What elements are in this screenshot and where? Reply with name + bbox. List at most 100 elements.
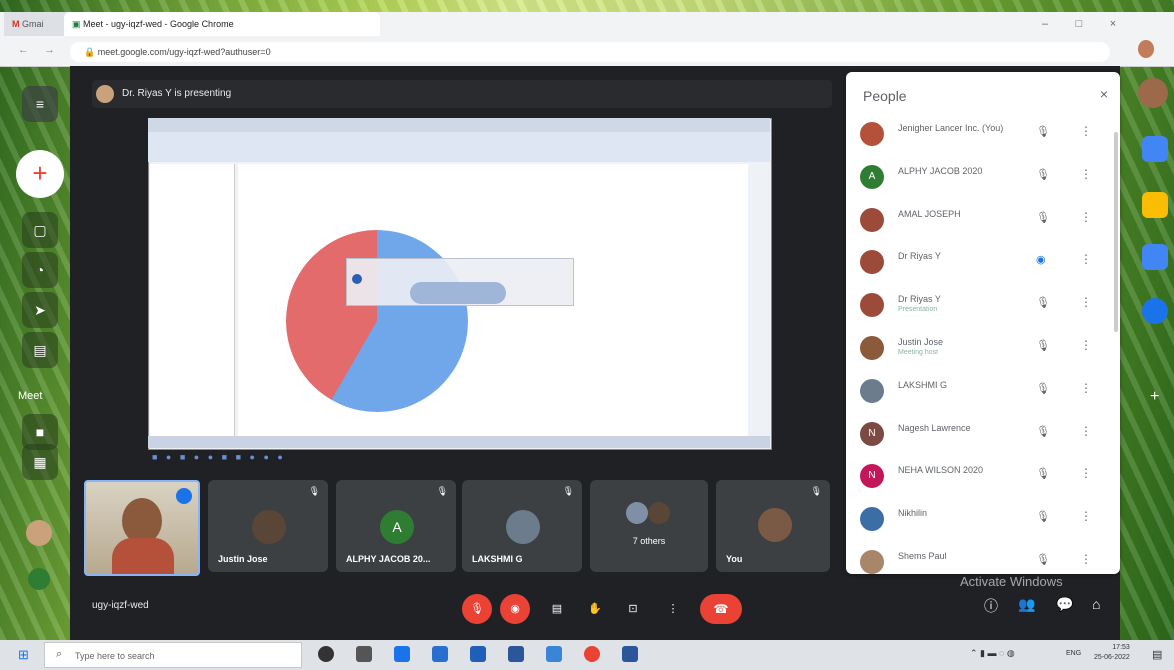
people-button-icon[interactable]: 👥 xyxy=(1018,596,1035,613)
taskbar-clock[interactable]: 17:53 25-06-2022 xyxy=(1094,643,1130,663)
windows-start-icon[interactable]: ⊞ xyxy=(18,647,29,663)
forward-icon[interactable]: → xyxy=(44,44,55,56)
document-icon[interactable]: ▤ xyxy=(22,332,58,368)
info-button-icon[interactable]: ⓘ xyxy=(984,596,998,616)
taskbar-search-input[interactable]: Type here to search xyxy=(44,642,302,668)
shared-project-tree xyxy=(150,164,235,436)
tile-alphy-jacob[interactable]: 🎙 A ALPHY JACOB 20... xyxy=(336,480,456,572)
menu-icon[interactable]: ≡ xyxy=(22,86,58,122)
add-app-icon[interactable]: + xyxy=(1150,388,1159,406)
mic-off-icon[interactable]: 🎙 xyxy=(1036,467,1050,480)
mic-off-icon[interactable]: 🎙 xyxy=(1036,425,1050,438)
profile-avatar[interactable] xyxy=(1138,40,1154,58)
more-options-icon[interactable]: ⋮ xyxy=(1080,552,1092,566)
participant-row[interactable]: LAKSHMI G 🎙 ⋮ xyxy=(846,371,1120,411)
participant-row[interactable]: Dr Riyas Y Presentation 🎙 ⋮ xyxy=(846,285,1120,325)
system-tray-icons[interactable]: ⌃ ▮ ▬ ◌ ◍ xyxy=(970,648,1015,659)
participant-row[interactable]: N Nagesh Lawrence 🎙 ⋮ xyxy=(846,414,1120,454)
calendar-app-icon[interactable] xyxy=(1142,136,1168,162)
edge-icon[interactable] xyxy=(394,646,410,662)
language-indicator[interactable]: ENG xyxy=(1066,650,1081,657)
cortana-icon[interactable] xyxy=(318,646,334,662)
speaking-icon[interactable]: ◉ xyxy=(1036,253,1046,266)
tile-justin-jose[interactable]: 🎙 Justin Jose xyxy=(208,480,328,572)
chrome-icon[interactable] xyxy=(584,646,600,662)
tab-meet[interactable]: ▣ Meet - ugy-iqzf-wed - Google Chrome xyxy=(64,12,380,36)
participant-row[interactable]: N NEHA WILSON 2020 🎙 ⋮ xyxy=(846,456,1120,496)
close-window-button[interactable]: × xyxy=(1104,15,1122,33)
participant-row[interactable]: Nikhilin 🎙 ⋮ xyxy=(846,499,1120,539)
presenter-video-tile[interactable] xyxy=(84,480,200,576)
raise-hand-button[interactable]: ✋ xyxy=(580,594,610,624)
mic-off-icon[interactable]: 🎙 xyxy=(1036,382,1050,395)
participant-row[interactable]: Justin Jose Meeting host 🎙 ⋮ xyxy=(846,328,1120,368)
captions-button[interactable]: ▤ xyxy=(542,594,572,624)
minimize-button[interactable]: – xyxy=(1036,15,1054,33)
end-call-button[interactable]: ☎ xyxy=(700,594,742,624)
new-meeting-button[interactable]: + xyxy=(16,150,64,198)
close-panel-button[interactable]: × xyxy=(1100,86,1108,102)
more-options-icon[interactable]: ⋮ xyxy=(1080,252,1092,266)
mic-off-icon[interactable]: 🎙 xyxy=(1036,168,1050,181)
participant-row[interactable]: Jenigher Lancer Inc. (You) 🎙 ⋮ xyxy=(846,114,1120,154)
participant-row[interactable]: A ALPHY JACOB 2020 🎙 ⋮ xyxy=(846,157,1120,197)
contact-avatar[interactable] xyxy=(26,520,52,546)
more-options-icon[interactable]: ⋮ xyxy=(1080,509,1092,523)
participant-row[interactable]: AMAL JOSEPH 🎙 ⋮ xyxy=(846,200,1120,240)
mic-off-icon[interactable]: 🎙 xyxy=(1036,125,1050,138)
account-avatar[interactable] xyxy=(1138,78,1168,108)
avatar xyxy=(758,508,792,542)
file-explorer-icon[interactable] xyxy=(432,646,448,662)
mic-off-icon[interactable]: 🎙 xyxy=(1036,296,1050,309)
mic-off-icon: 🎙 xyxy=(308,486,320,496)
store-icon[interactable] xyxy=(470,646,486,662)
photos-icon[interactable] xyxy=(546,646,562,662)
notification-icon[interactable]: ▤ xyxy=(1152,648,1162,661)
more-options-icon[interactable]: ⋮ xyxy=(1080,167,1092,181)
send-icon[interactable]: ➤ xyxy=(22,292,58,328)
info-icon xyxy=(352,274,362,284)
maximize-button[interactable]: □ xyxy=(1070,15,1088,33)
more-options-button[interactable]: ⋮ xyxy=(658,594,688,624)
tasks-app-icon[interactable] xyxy=(1142,244,1168,270)
present-button[interactable]: ⊡ xyxy=(618,594,648,624)
participant-name: Dr Riyas Y xyxy=(898,294,941,305)
mic-off-icon: 🎙 xyxy=(562,486,574,496)
more-options-icon[interactable]: ⋮ xyxy=(1080,124,1092,138)
more-options-icon[interactable]: ⋮ xyxy=(1080,424,1092,438)
mic-off-icon[interactable]: 🎙 xyxy=(1036,510,1050,523)
tile-others[interactable]: 7 others xyxy=(590,480,708,572)
mic-off-icon[interactable]: 🎙 xyxy=(1036,553,1050,566)
more-options-icon[interactable]: ⋮ xyxy=(1080,295,1092,309)
camera-toggle-button[interactable]: ◉ xyxy=(500,594,530,624)
participant-role: Presentation xyxy=(898,306,938,314)
keep-app-icon[interactable] xyxy=(1142,192,1168,218)
more-options-icon[interactable]: ⋮ xyxy=(1080,381,1092,395)
keyboard-icon[interactable]: ▦ xyxy=(22,444,58,480)
tile-you[interactable]: 🎙 You xyxy=(716,480,830,572)
address-bar[interactable]: 🔒 meet.google.com/ugy-iqzf-wed?authuser=… xyxy=(70,42,1110,62)
task-view-icon[interactable] xyxy=(356,646,372,662)
people-panel-title: People xyxy=(863,88,907,104)
contacts-app-icon[interactable] xyxy=(1142,298,1168,324)
chat-avatar[interactable] xyxy=(28,568,50,590)
activities-button-icon[interactable]: ⌂ xyxy=(1092,596,1100,612)
more-options-icon[interactable]: ⋮ xyxy=(1080,466,1092,480)
participant-row[interactable]: Dr Riyas Y ◉ ⋮ xyxy=(846,242,1120,282)
mail-icon[interactable] xyxy=(508,646,524,662)
tile-lakshmi-g[interactable]: 🎙 LAKSHMI G xyxy=(462,480,582,572)
mic-off-icon[interactable]: 🎙 xyxy=(1036,339,1050,352)
word-icon[interactable] xyxy=(622,646,638,662)
participant-row[interactable]: Shems Paul 🎙 ⋮ xyxy=(846,542,1120,574)
participant-avatar xyxy=(860,293,884,318)
more-options-icon[interactable]: ⋮ xyxy=(1080,338,1092,352)
back-icon[interactable]: ← xyxy=(18,44,29,56)
clock-icon[interactable]: ◔ xyxy=(22,252,58,288)
more-options-icon[interactable]: ⋮ xyxy=(1080,210,1092,224)
mic-off-icon[interactable]: 🎙 xyxy=(1036,211,1050,224)
meet-label[interactable]: Meet xyxy=(18,390,42,402)
mic-toggle-button[interactable]: 🎙 xyxy=(462,594,492,624)
chat-button-icon[interactable]: 💬 xyxy=(1056,596,1073,613)
calendar-icon[interactable]: ▢ xyxy=(22,212,58,248)
participant-avatar: N xyxy=(860,464,884,489)
